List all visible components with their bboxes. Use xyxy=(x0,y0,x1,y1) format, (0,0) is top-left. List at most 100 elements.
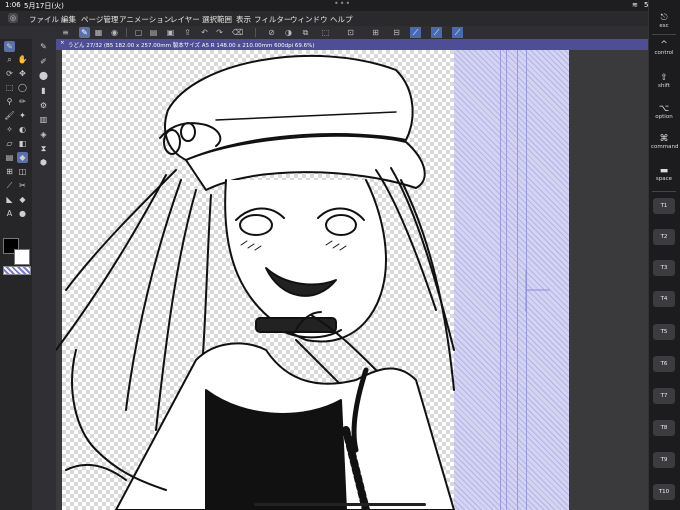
subtool-marker-icon[interactable]: ▮ xyxy=(38,85,49,96)
menu-animation[interactable]: アニメーション xyxy=(119,14,171,25)
line-icon[interactable]: ◣ xyxy=(4,194,15,205)
control-key[interactable]: ^ control xyxy=(651,40,677,56)
t2-key[interactable]: T2 xyxy=(653,229,675,245)
t5-key[interactable]: T5 xyxy=(653,324,675,340)
command-label: command xyxy=(651,144,679,150)
erase-line-icon[interactable]: ◆ xyxy=(17,194,28,205)
invert-icon[interactable]: ◑ xyxy=(283,27,294,38)
control-icon: ^ xyxy=(660,40,668,50)
line-art-illustration xyxy=(56,54,550,510)
home-indicator[interactable] xyxy=(254,503,426,506)
undo-icon[interactable]: ↶ xyxy=(199,27,210,38)
eraser-icon[interactable]: ▱ xyxy=(4,138,15,149)
redo-icon[interactable]: ↷ xyxy=(214,27,225,38)
figure-icon[interactable]: ◆ xyxy=(17,152,28,163)
multitask-dots-icon[interactable]: ••• xyxy=(334,0,351,8)
transform-icon[interactable]: ⬚ xyxy=(320,27,331,38)
menu-layer[interactable]: レイヤー xyxy=(170,14,200,25)
shift-key[interactable]: ⇧ shift xyxy=(651,73,677,89)
menu-bar: ◎ ファイル 編集 ページ管理 アニメーション レイヤー 選択範囲 表示 フィル… xyxy=(0,11,648,26)
grid-icon[interactable]: ▦ xyxy=(93,27,104,38)
pen-tool-icon[interactable]: ✎ xyxy=(4,41,15,52)
save-icon[interactable]: ▣ xyxy=(165,27,176,38)
deselect-icon[interactable]: ⊘ xyxy=(266,27,277,38)
subtool-history-icon[interactable]: ⧗ xyxy=(38,143,49,154)
subtool-pen-icon[interactable]: ✎ xyxy=(38,41,49,52)
export-icon[interactable]: ⇪ xyxy=(182,27,193,38)
snap-ruler-icon[interactable]: ⟋ xyxy=(410,27,421,38)
subtool-brush-icon[interactable]: ✐ xyxy=(38,56,49,67)
pencil-icon[interactable]: ✏ xyxy=(17,96,28,107)
space-label: space xyxy=(655,176,673,182)
space-key[interactable]: ▬ space xyxy=(651,166,677,182)
correction-icon[interactable]: ✂ xyxy=(17,180,28,191)
canvas-area[interactable] xyxy=(56,50,648,510)
t7-key[interactable]: T7 xyxy=(653,388,675,404)
new-file-icon[interactable]: ▢ xyxy=(133,27,144,38)
rotate-icon[interactable]: ⟳ xyxy=(4,68,15,79)
zoom-icon[interactable]: ⌕ xyxy=(4,54,15,65)
divider xyxy=(255,28,256,37)
open-icon[interactable]: ▤ xyxy=(148,27,159,38)
menu-filter[interactable]: フィルター xyxy=(254,14,291,25)
option-key[interactable]: ⌥ option xyxy=(651,104,677,120)
move-icon[interactable]: ✥ xyxy=(17,68,28,79)
crop-icon[interactable]: ⧉ xyxy=(300,27,311,38)
decoration-icon[interactable]: ✧ xyxy=(4,124,15,135)
t10-key[interactable]: T10 xyxy=(653,484,675,500)
t6-key[interactable]: T6 xyxy=(653,356,675,372)
t1-key[interactable]: T1 xyxy=(653,198,675,214)
operation-icon[interactable]: ● xyxy=(17,208,28,219)
t8-key[interactable]: T8 xyxy=(653,420,675,436)
subtool-ink-icon[interactable]: ⬤ xyxy=(38,70,49,81)
fill-icon[interactable]: ◧ xyxy=(17,138,28,149)
erase-icon[interactable]: ⌫ xyxy=(232,27,243,38)
guide-icon[interactable]: ⊟ xyxy=(391,27,402,38)
command-key[interactable]: ⌘ command xyxy=(651,134,679,150)
gradient-icon[interactable]: ▤ xyxy=(4,152,15,163)
menu-edit[interactable]: 編集 xyxy=(61,14,76,25)
menu-view[interactable]: 表示 xyxy=(236,14,251,25)
menu-window[interactable]: ウィンドウ xyxy=(290,14,328,25)
background-color-swatch[interactable] xyxy=(14,249,30,265)
menu-selection[interactable]: 選択範囲 xyxy=(202,14,232,25)
divider xyxy=(652,191,676,192)
snap-grid-icon[interactable]: ⟋ xyxy=(452,27,463,38)
snap-icon[interactable]: ⊞ xyxy=(370,27,381,38)
t9-key[interactable]: T9 xyxy=(653,452,675,468)
blend-icon[interactable]: ◐ xyxy=(17,124,28,135)
t4-key[interactable]: T4 xyxy=(653,291,675,307)
subtool-palette-icon[interactable]: ◈ xyxy=(38,129,49,140)
status-bar: 1:06 5月17日(火) ••• ≋ 58% xyxy=(0,0,680,11)
t3-key[interactable]: T3 xyxy=(653,260,675,276)
hand-icon[interactable]: ✋ xyxy=(17,54,28,65)
app-icon[interactable]: ◎ xyxy=(8,13,18,23)
ruler-icon[interactable]: ⊡ xyxy=(345,27,356,38)
frame-icon[interactable]: ⊞ xyxy=(4,166,15,177)
divider xyxy=(126,28,127,37)
text-icon[interactable]: A xyxy=(4,208,15,219)
select-icon[interactable]: ⬚ xyxy=(4,82,15,93)
esc-key[interactable]: ⎋ esc xyxy=(651,13,677,29)
esc-icon: ⎋ xyxy=(660,13,668,23)
subtool-layer-icon[interactable]: ▥ xyxy=(38,114,49,125)
eyedropper-icon[interactable]: ⚲ xyxy=(4,96,15,107)
menu-file[interactable]: ファイル xyxy=(29,14,59,25)
pen-icon[interactable]: ✎ xyxy=(79,27,90,38)
snap-special-ruler-icon[interactable]: ⟋ xyxy=(431,27,442,38)
subtool-material-icon[interactable]: ⬢ xyxy=(38,157,49,168)
lasso-icon[interactable]: ◯ xyxy=(17,82,28,93)
subtool-settings-icon[interactable]: ⚙ xyxy=(38,100,49,111)
document-tab[interactable]: × うどん 27/32 (B5 182.00 x 257.00mm 製本サイズ … xyxy=(56,39,648,50)
command-icon: ⌘ xyxy=(659,134,669,144)
brush-icon[interactable]: 🖌 xyxy=(4,110,15,121)
menu-help[interactable]: ヘルプ xyxy=(330,14,353,25)
menu-icon[interactable]: ≡ xyxy=(60,27,71,38)
menu-page[interactable]: ページ管理 xyxy=(81,14,118,25)
transparent-color-swatch[interactable] xyxy=(3,266,31,275)
balloon-icon[interactable]: ◫ xyxy=(17,166,28,177)
airbrush-icon[interactable]: ✦ xyxy=(17,110,28,121)
camera-icon[interactable]: ◉ xyxy=(109,27,120,38)
close-icon[interactable]: × xyxy=(60,40,65,46)
ruler-tool-icon[interactable]: ⟋ xyxy=(4,180,15,191)
